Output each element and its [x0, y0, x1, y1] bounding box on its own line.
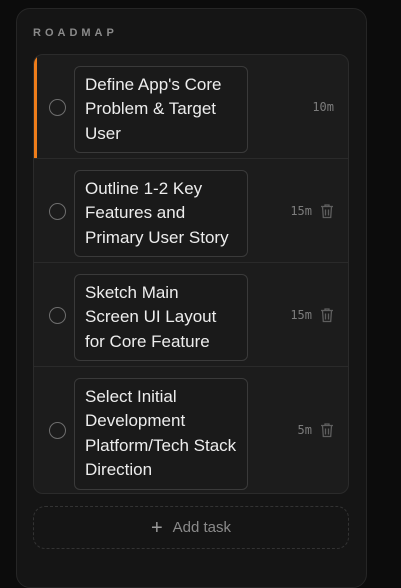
task-meta: 5m [298, 421, 334, 439]
plus-icon: + [150, 516, 163, 539]
trash-icon[interactable] [320, 307, 334, 323]
trash-icon[interactable] [320, 203, 334, 219]
task-duration: 15m [290, 203, 312, 218]
task-checkbox[interactable] [49, 306, 66, 324]
add-task-label: Add task [172, 519, 232, 536]
task-duration: 10m [312, 99, 334, 114]
trash-icon[interactable] [320, 422, 334, 438]
add-task-button[interactable]: + Add task [33, 506, 349, 549]
task-meta: 10m [312, 98, 334, 116]
task-duration: 5m [297, 423, 312, 437]
task-meta: 15m [290, 202, 334, 220]
task-item[interactable]: Outline 1-2 Key Features and Primary Use… [34, 159, 348, 263]
task-title-input[interactable]: Define App's Core Problem & Target User [74, 66, 248, 154]
roadmap-panel: ROADMAP Define App's Core Problem & Targ… [16, 8, 367, 588]
task-title-input[interactable]: Select Initial Development Platform/Tech… [74, 378, 248, 490]
task-checkbox[interactable] [49, 98, 66, 116]
task-title-input[interactable]: Sketch Main Screen UI Layout for Core Fe… [74, 274, 248, 362]
task-checkbox[interactable] [49, 202, 66, 220]
task-list: Define App's Core Problem & Target User … [33, 54, 349, 494]
task-checkbox[interactable] [49, 422, 66, 439]
section-title: ROADMAP [33, 27, 118, 39]
task-item[interactable]: Sketch Main Screen UI Layout for Core Fe… [34, 263, 348, 367]
task-item[interactable]: Define App's Core Problem & Target User … [34, 55, 348, 159]
task-meta: 15m [290, 306, 334, 324]
task-item[interactable]: Select Initial Development Platform/Tech… [34, 367, 348, 493]
task-duration: 15m [290, 307, 312, 322]
task-title-input[interactable]: Outline 1-2 Key Features and Primary Use… [74, 170, 248, 258]
